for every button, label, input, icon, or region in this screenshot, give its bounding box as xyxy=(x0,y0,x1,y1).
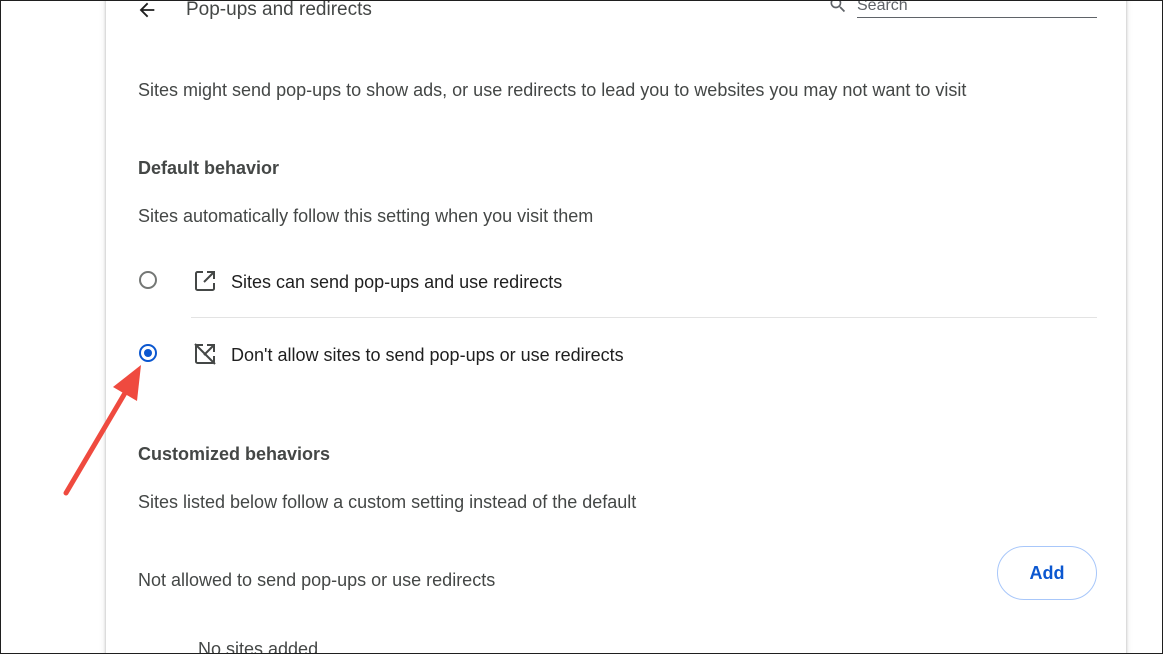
open-in-new-off-icon xyxy=(194,343,216,365)
default-behavior-description: Sites automatically follow this setting … xyxy=(138,206,594,226)
customized-behaviors-heading: Customized behaviors xyxy=(138,444,331,464)
page-title: Pop-ups and redirects xyxy=(186,0,372,20)
radio-allow-popups[interactable] xyxy=(139,271,157,289)
back-button[interactable] xyxy=(134,1,160,23)
search-input[interactable] xyxy=(857,1,1097,18)
no-sites-text: No sites added xyxy=(198,639,319,654)
option-allow-label[interactable]: Sites can send pop-ups and use redirects xyxy=(231,270,562,294)
arrow-back-icon xyxy=(139,2,155,18)
option-divider xyxy=(191,317,1097,318)
option-block-label[interactable]: Don't allow sites to send pop-ups or use… xyxy=(231,343,624,367)
not-allowed-section-label: Not allowed to send pop-ups or use redir… xyxy=(138,570,496,590)
search-icon xyxy=(830,1,846,13)
customized-behaviors-description: Sites listed below follow a custom setti… xyxy=(138,492,637,512)
radio-block-popups[interactable] xyxy=(139,344,157,362)
screenshot-frame: Pop-ups and redirects Sites might send p… xyxy=(0,0,1163,654)
add-button[interactable]: Add xyxy=(997,546,1097,600)
open-in-new-icon xyxy=(195,271,215,291)
intro-text: Sites might send pop-ups to show ads, or… xyxy=(138,80,967,100)
default-behavior-heading: Default behavior xyxy=(138,158,280,178)
